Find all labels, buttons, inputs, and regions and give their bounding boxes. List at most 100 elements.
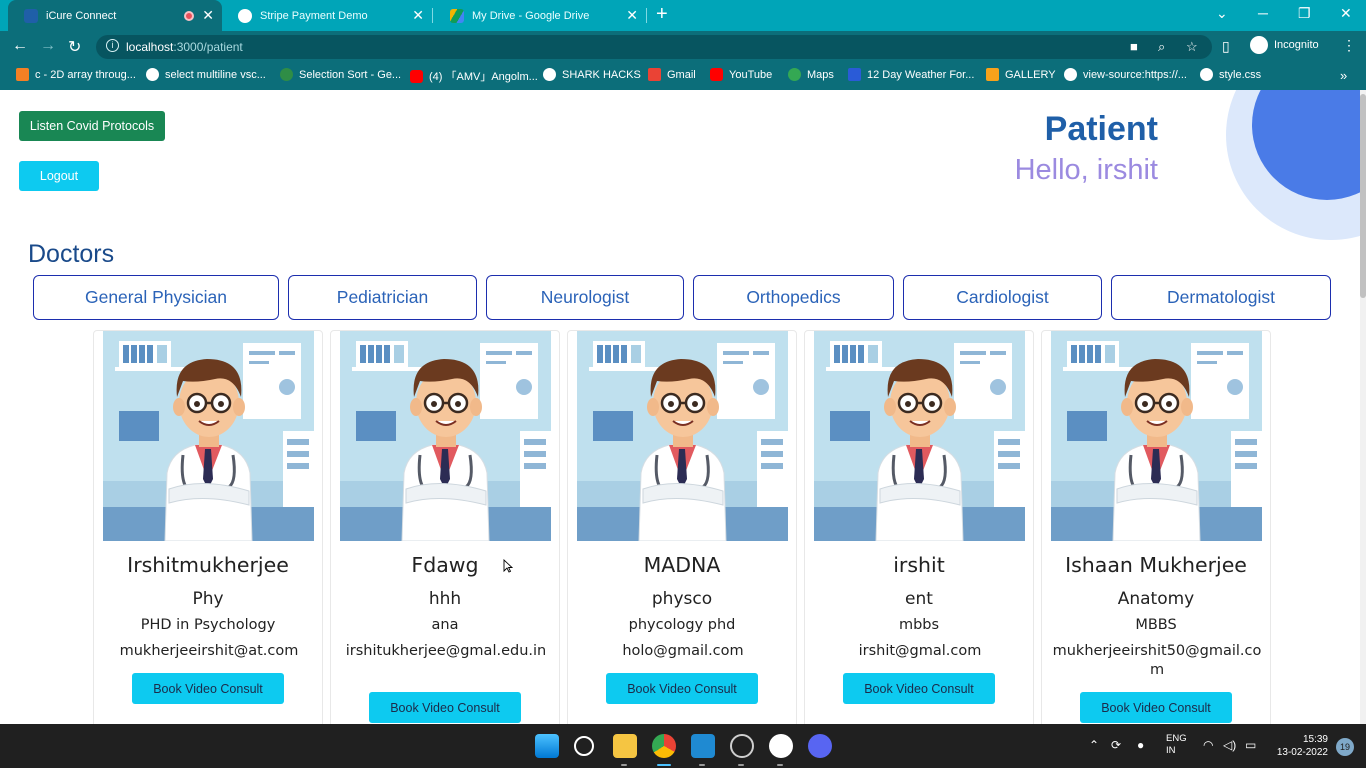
running-indicator [738, 764, 744, 766]
bookmark-item[interactable]: c - 2D array throug... [16, 68, 136, 81]
incognito-icon [1250, 36, 1268, 54]
specialty-general-physician[interactable]: General Physician [33, 275, 279, 320]
mouse-cursor-icon [503, 559, 513, 573]
windows-start-icon[interactable] [535, 734, 559, 758]
bookmark-item[interactable]: (4) 「AMV」Angolm... [410, 68, 538, 84]
book-video-consult-button[interactable]: Book Video Consult [606, 673, 758, 704]
scrollbar-thumb[interactable] [1360, 94, 1366, 298]
bookmark-item[interactable]: Gmail [648, 68, 696, 81]
book-video-consult-button[interactable]: Book Video Consult [843, 673, 995, 704]
address-bar[interactable]: i localhost:3000/patient ■ ⌕ ☆ [96, 35, 1212, 59]
camera-blocked-icon[interactable]: ■ [1130, 39, 1138, 54]
specialty-orthopedics[interactable]: Orthopedics [693, 275, 894, 320]
volume-icon[interactable]: ◁) [1223, 738, 1236, 752]
doctor-email: mukherjeeirshit50@gmail.com [1052, 643, 1262, 678]
browser-menu-icon[interactable]: ⋮ [1342, 37, 1356, 54]
doctor-degree: phycology phd [628, 617, 736, 633]
steam-icon[interactable] [730, 734, 754, 758]
incognito-indicator[interactable]: Incognito [1250, 36, 1319, 54]
bookmark-item[interactable]: select multiline vsc... [146, 68, 266, 81]
logout-button[interactable]: Logout [19, 161, 99, 191]
bookmark-star-icon[interactable]: ☆ [1186, 39, 1198, 55]
input-language[interactable]: ENG IN [1166, 733, 1187, 757]
tab-stripe-payment[interactable]: Stripe Payment Demo ✕ [222, 0, 432, 31]
reload-icon[interactable]: ↻ [68, 37, 81, 57]
discord-icon[interactable] [808, 734, 832, 758]
youtube-icon [410, 69, 423, 83]
new-tab-button[interactable]: + [656, 3, 668, 26]
onedrive-sync-icon[interactable]: ⟳ [1111, 738, 1121, 752]
microphone-icon[interactable]: ● [1137, 738, 1144, 752]
show-hidden-icons-icon[interactable]: ⌃ [1089, 738, 1099, 752]
tab-divider [646, 8, 647, 23]
globe-icon [1200, 68, 1213, 81]
active-app-indicator [657, 764, 671, 766]
specialty-pediatrician[interactable]: Pediatrician [288, 275, 477, 320]
bookmark-item[interactable]: Maps [788, 68, 834, 81]
recording-indicator-icon [184, 10, 194, 21]
close-tab-icon[interactable]: ✕ [626, 7, 638, 24]
gallery-icon [986, 68, 999, 81]
bookmark-item[interactable]: SHARK HACKS [543, 68, 641, 81]
tab-title: iCure Connect [46, 9, 117, 22]
scrollbar-track[interactable] [1360, 90, 1366, 724]
listen-covid-protocols-button[interactable]: Listen Covid Protocols [19, 111, 165, 141]
doctor-degree: MBBS [1135, 617, 1177, 633]
specialty-cardiologist[interactable]: Cardiologist [903, 275, 1102, 320]
bookmark-item[interactable]: YouTube [710, 68, 772, 81]
bookmark-item[interactable]: style.css [1200, 68, 1261, 81]
bookmark-item[interactable]: Selection Sort - Ge... [280, 68, 401, 81]
doctor-email: irshitukherjee@gmal.edu.in [345, 643, 547, 659]
doctor-illustration [103, 331, 314, 541]
side-panel-icon[interactable]: ▯ [1222, 38, 1230, 55]
vscode-icon[interactable] [691, 734, 715, 758]
close-window-icon[interactable]: ✕ [1340, 5, 1352, 22]
doctor-specialty: ent [905, 589, 933, 609]
wifi-icon[interactable]: ◠ [1203, 738, 1213, 752]
more-bookmarks-icon[interactable]: » [1340, 68, 1347, 83]
doctor-illustration [340, 331, 551, 541]
doctor-degree: PHD in Psychology [140, 617, 276, 633]
app-favicon-icon [24, 8, 38, 23]
doctor-card: MADNA physco phycology phd holo@gmail.co… [567, 330, 797, 724]
notification-badge[interactable]: 19 [1336, 738, 1354, 756]
doctor-card: irshit ent mbbs irshit@gmal.com Book Vid… [804, 330, 1034, 724]
google-icon [146, 68, 159, 81]
url-text[interactable]: localhost:3000/patient [126, 40, 243, 54]
doctor-name: Ishaan Mukherjee [1065, 553, 1247, 577]
back-arrow-icon[interactable]: ← [12, 37, 28, 55]
specialty-neurologist[interactable]: Neurologist [486, 275, 684, 320]
chrome-icon[interactable] [652, 734, 676, 758]
tab-title: My Drive - Google Drive [472, 9, 590, 22]
doctor-name: Fdawg [411, 553, 479, 577]
tab-icure-connect[interactable]: iCure Connect ✕ [8, 0, 222, 31]
doctors-heading: Doctors [28, 240, 115, 268]
doctor-degree: mbbs [898, 617, 940, 633]
book-video-consult-button[interactable]: Book Video Consult [1080, 692, 1232, 723]
battery-icon[interactable]: ▭ [1245, 738, 1256, 752]
tab-search-chevron-icon[interactable]: ⌄ [1216, 5, 1228, 22]
tab-google-drive[interactable]: My Drive - Google Drive ✕ [434, 0, 646, 31]
search-icon[interactable] [574, 736, 594, 756]
file-explorer-icon[interactable] [613, 734, 637, 758]
bookmark-item[interactable]: 12 Day Weather For... [848, 68, 974, 81]
windows-taskbar: ⌃ ⟳ ● ENG IN ◠ ◁) ▭ 15:39 13-02-2022 19 [0, 724, 1366, 768]
running-indicator [699, 764, 705, 766]
restore-icon[interactable]: ❐ [1298, 5, 1311, 22]
bookmark-item[interactable]: GALLERY [986, 68, 1056, 81]
book-video-consult-button[interactable]: Book Video Consult [369, 692, 521, 723]
system-clock[interactable]: 15:39 13-02-2022 [1272, 733, 1328, 759]
minimize-icon[interactable]: ─ [1258, 5, 1268, 21]
page-title: Patient [1044, 110, 1158, 148]
forward-arrow-icon[interactable]: → [40, 37, 56, 55]
zoom-icon[interactable]: ⌕ [1158, 39, 1165, 55]
site-info-icon[interactable]: i [106, 39, 119, 52]
specialty-dermatologist[interactable]: Dermatologist [1111, 275, 1331, 320]
doctor-email: holo@gmail.com [622, 643, 744, 659]
close-tab-icon[interactable]: ✕ [412, 7, 424, 24]
mongodb-compass-icon[interactable] [769, 734, 793, 758]
geeksforgeeks-icon [280, 68, 293, 81]
bookmark-item[interactable]: view-source:https://... [1064, 68, 1187, 81]
close-tab-icon[interactable]: ✕ [202, 7, 214, 24]
book-video-consult-button[interactable]: Book Video Consult [132, 673, 284, 704]
